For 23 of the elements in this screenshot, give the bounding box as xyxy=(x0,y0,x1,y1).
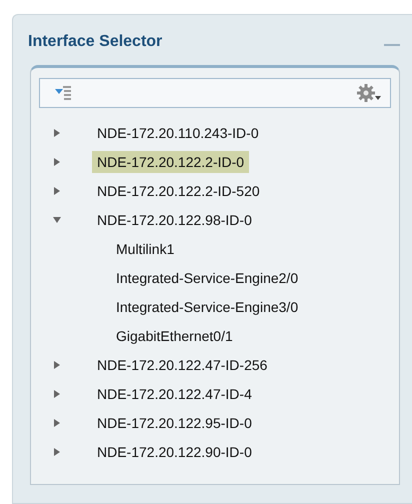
expand-arrow-icon[interactable] xyxy=(53,128,61,136)
tree-item[interactable]: Integrated-Service-Engine2/0 xyxy=(111,266,304,288)
tree-item[interactable]: GigabitEthernet0/1 xyxy=(111,324,238,346)
tree-item[interactable]: NDE-172.20.122.90-ID-0 xyxy=(92,440,257,462)
collapse-list-icon[interactable] xyxy=(54,85,72,101)
panel-title: Interface Selector xyxy=(28,33,162,51)
expand-arrow-icon[interactable] xyxy=(53,186,61,194)
tree-item[interactable]: NDE-172.20.122.2-ID-520 xyxy=(92,180,265,202)
tree-item[interactable]: NDE-172.20.122.47-ID-4 xyxy=(92,382,257,404)
expand-arrow-icon[interactable] xyxy=(53,158,61,166)
tree-item[interactable]: NDE-172.20.122.2-ID-0 xyxy=(92,150,250,172)
expand-arrow-icon[interactable] xyxy=(53,390,61,398)
tree-item[interactable]: NDE-172.20.122.95-ID-0 xyxy=(92,412,257,434)
tree-item[interactable]: NDE-172.20.122.47-ID-256 xyxy=(92,354,272,376)
tree-item[interactable]: NDE-172.20.110.243-ID-0 xyxy=(92,122,264,144)
collapse-arrow-icon[interactable] xyxy=(53,216,61,224)
tree-item[interactable]: NDE-172.20.122.98-ID-0 xyxy=(92,208,257,230)
tree-item[interactable]: Multilink1 xyxy=(111,238,180,260)
expand-arrow-icon[interactable] xyxy=(53,448,61,456)
expand-arrow-icon[interactable] xyxy=(53,418,61,426)
settings-icon[interactable] xyxy=(356,83,382,103)
expand-arrow-icon[interactable] xyxy=(53,360,61,368)
tree-item[interactable]: Integrated-Service-Engine3/0 xyxy=(111,296,304,318)
